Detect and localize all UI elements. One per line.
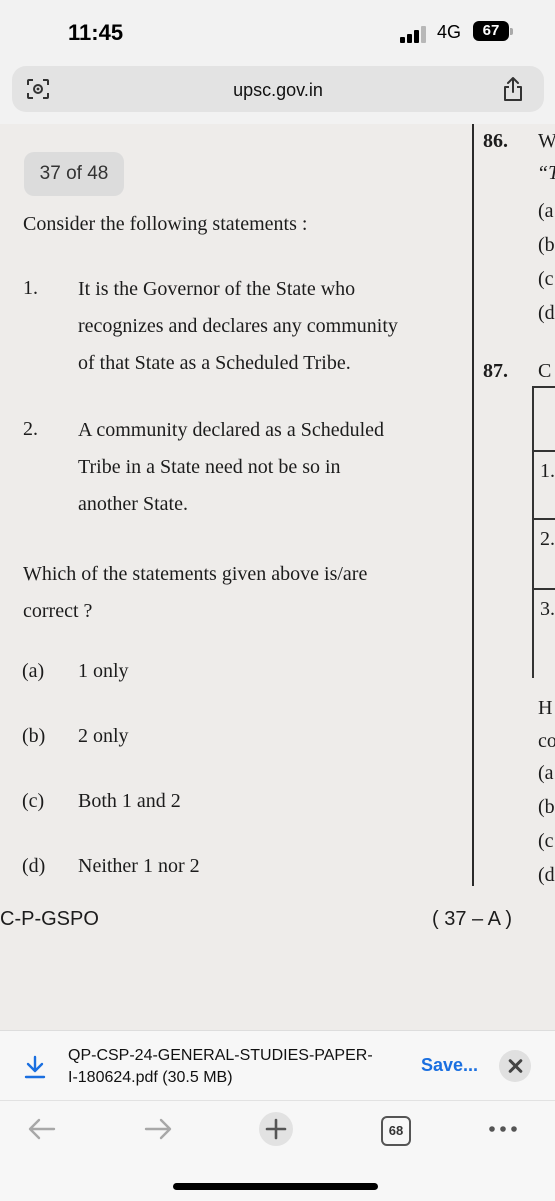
battery-tip	[510, 28, 513, 35]
question-text-fragment: C	[538, 360, 552, 382]
tab-switcher-button[interactable]: 68	[381, 1116, 411, 1146]
statement-table: 1. 2. 3.	[532, 386, 555, 678]
statement-text: It is the Governor of the State who reco…	[78, 278, 398, 374]
close-download-button[interactable]	[499, 1050, 531, 1082]
option-label: (d)	[22, 855, 46, 877]
page-number: ( 37 – A )	[432, 908, 513, 930]
battery-level: 67	[482, 22, 500, 39]
question-number: 87.	[483, 360, 508, 382]
network-type: 4G	[437, 22, 462, 42]
browser-toolbar: 68	[0, 1100, 555, 1201]
table-row-number: 3.	[540, 598, 555, 620]
download-icon	[24, 1055, 46, 1079]
table-row-number: 2.	[540, 528, 555, 550]
option-label: (c	[538, 830, 554, 852]
back-arrow-icon[interactable]	[26, 1113, 58, 1145]
table-row-number: 1.	[540, 460, 555, 482]
option-label: (c	[538, 268, 554, 290]
status-time: 11:45	[68, 20, 124, 45]
option-label: (c)	[22, 790, 45, 812]
question-text-fragment: W	[538, 130, 555, 152]
home-indicator	[173, 1183, 378, 1190]
save-button[interactable]: Save...	[421, 1055, 478, 1076]
forward-arrow-icon[interactable]	[142, 1113, 174, 1145]
statement-text: A community declared as a Scheduled Trib…	[78, 419, 385, 515]
url-text[interactable]: upsc.gov.in	[12, 80, 544, 101]
question-text-fragment: H	[538, 697, 553, 719]
option-text: 1 only	[78, 660, 129, 682]
address-bar[interactable]: upsc.gov.in	[12, 66, 544, 112]
pdf-page-view[interactable]: 37 of 48 Consider the following statemen…	[0, 124, 555, 1030]
option-label: (a)	[22, 660, 45, 682]
question-text-fragment: co	[538, 730, 555, 752]
question-number: 86.	[483, 130, 508, 152]
option-label: (a	[538, 762, 554, 784]
new-tab-plus-icon[interactable]	[258, 1111, 294, 1147]
option-text: 2 only	[78, 725, 129, 747]
option-label: (b	[538, 234, 555, 256]
status-bar: 11:45 4G 67	[0, 0, 555, 62]
option-label: (d	[538, 302, 555, 324]
paper-code: C-P-GSPO	[0, 908, 99, 930]
question-text-fragment: “T	[537, 162, 555, 184]
cellular-signal-icon	[400, 25, 430, 43]
battery-icon: 67	[473, 21, 509, 41]
question-ask: Which of the statements given above is/a…	[23, 563, 368, 622]
option-label: (d	[538, 864, 555, 886]
option-text: Neither 1 nor 2	[78, 855, 200, 877]
more-menu-icon[interactable]	[487, 1119, 519, 1139]
statement-number: 1.	[23, 277, 38, 299]
download-filename: QP-CSP-24-GENERAL-STUDIES-PAPER- I-18062…	[68, 1047, 373, 1086]
page-indicator: 37 of 48	[24, 152, 124, 196]
column-divider	[472, 124, 474, 886]
option-label: (b)	[22, 725, 46, 747]
share-icon[interactable]	[502, 76, 524, 102]
browser-address-area: upsc.gov.in	[0, 62, 555, 124]
option-label: (b	[538, 796, 555, 818]
option-text: Both 1 and 2	[78, 790, 181, 812]
option-label: (a	[538, 200, 554, 222]
download-bar: QP-CSP-24-GENERAL-STUDIES-PAPER- I-18062…	[0, 1030, 555, 1101]
statement-number: 2.	[23, 418, 38, 440]
question-intro: Consider the following statements :	[23, 213, 308, 235]
